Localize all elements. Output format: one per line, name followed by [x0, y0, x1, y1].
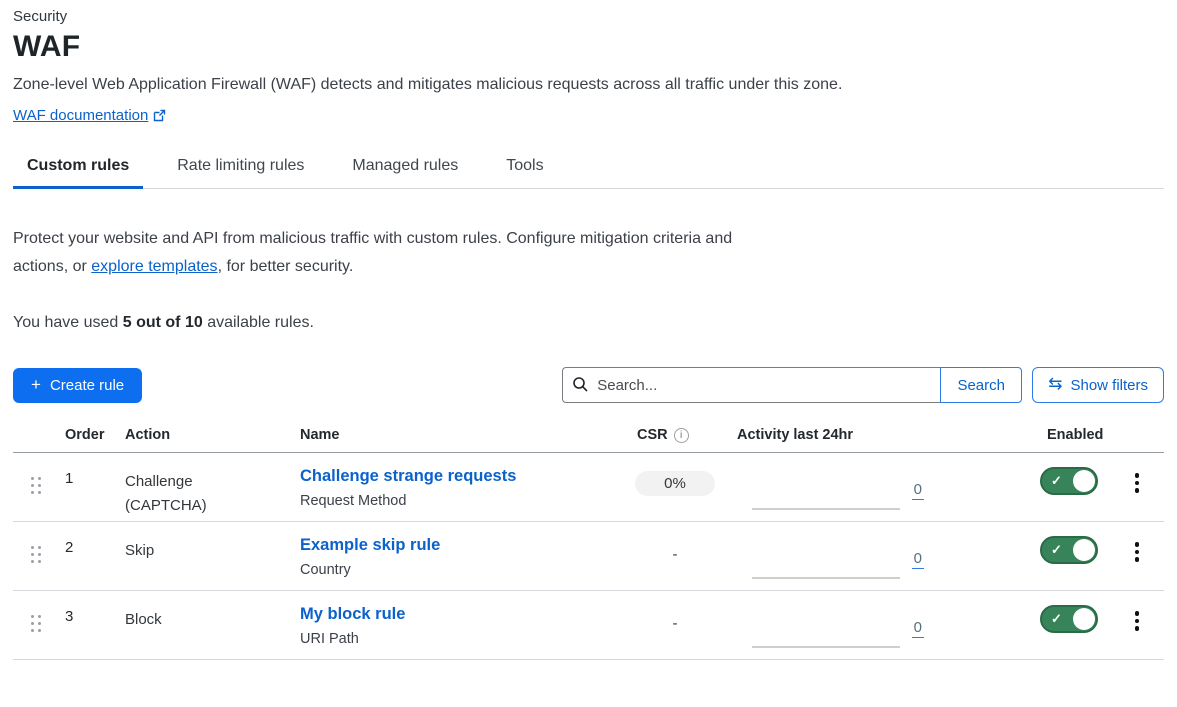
rule-name-link[interactable]: Example skip rule	[300, 536, 440, 554]
rule-order: 3	[58, 591, 112, 659]
search-button[interactable]: Search	[940, 367, 1022, 403]
table-row: 3 Block My block rule URI Path - 0 ✓	[13, 591, 1164, 660]
intro-text-after: , for better security.	[218, 258, 354, 275]
csr-value: -	[673, 615, 678, 632]
csr-value: -	[673, 546, 678, 563]
enabled-cell: ✓	[945, 591, 1110, 659]
drag-dots-icon	[31, 615, 41, 632]
rule-action: Block	[112, 591, 287, 659]
activity-count-link[interactable]: 0	[912, 619, 924, 638]
header-csr-label: CSR	[637, 427, 668, 443]
page-title: WAF	[13, 30, 1164, 64]
activity-sparkline	[752, 577, 900, 579]
check-icon: ✓	[1051, 611, 1062, 627]
create-rule-label: Create rule	[50, 377, 124, 394]
rule-name-cell: Example skip rule Country	[287, 522, 620, 590]
header-action: Action	[112, 427, 287, 443]
check-icon: ✓	[1051, 473, 1062, 489]
tab-rate-limiting-rules[interactable]: Rate limiting rules	[163, 157, 318, 188]
header-csr: CSR i	[620, 427, 730, 443]
rule-name-link[interactable]: My block rule	[300, 605, 405, 623]
swap-arrows-icon: ⇆	[1048, 374, 1062, 394]
header-spacer	[1110, 427, 1164, 443]
usage-prefix: You have used	[13, 314, 123, 331]
search-group: Search	[562, 367, 1022, 403]
activity-sparkline	[752, 508, 900, 510]
usage-count: 5 out of 10	[123, 314, 203, 331]
kebab-cell	[1110, 453, 1164, 521]
header-name: Name	[287, 427, 620, 443]
search-input[interactable]	[562, 367, 940, 403]
drag-handle[interactable]	[13, 453, 58, 521]
table-header-row: Order Action Name CSR i Activity last 24h…	[13, 427, 1164, 453]
rule-action: Skip	[112, 522, 287, 590]
toggle-knob	[1073, 470, 1095, 492]
rule-expression: URI Path	[300, 631, 620, 647]
toolbar: + Create rule Search ⇆ Show filters	[13, 367, 1164, 403]
header-spacer	[13, 427, 58, 443]
create-rule-button[interactable]: + Create rule	[13, 368, 142, 403]
usage-text: You have used 5 out of 10 available rule…	[13, 314, 1164, 332]
rule-order: 2	[58, 522, 112, 590]
enabled-cell: ✓	[945, 522, 1110, 590]
activity-cell: 0	[730, 522, 945, 590]
external-link-icon	[153, 109, 166, 127]
csr-cell: 0%	[620, 453, 730, 521]
csr-badge: 0%	[635, 471, 715, 496]
table-row: 2 Skip Example skip rule Country - 0 ✓	[13, 522, 1164, 591]
activity-sparkline	[752, 646, 900, 648]
toggle-knob	[1073, 539, 1095, 561]
header-enabled: Enabled	[945, 427, 1110, 443]
usage-suffix: available rules.	[203, 314, 314, 331]
header-activity: Activity last 24hr	[730, 427, 945, 443]
drag-handle[interactable]	[13, 522, 58, 590]
tab-managed-rules[interactable]: Managed rules	[338, 157, 472, 188]
tab-tools[interactable]: Tools	[492, 157, 557, 188]
activity-cell: 0	[730, 453, 945, 521]
kebab-menu-icon[interactable]	[1129, 471, 1146, 521]
header-order: Order	[58, 427, 112, 443]
tab-bar: Custom rules Rate limiting rules Managed…	[13, 157, 1164, 189]
rule-expression: Country	[300, 562, 620, 578]
waf-page: Security WAF Zone-level Web Application …	[0, 0, 1177, 660]
intro-text: Protect your website and API from malici…	[13, 225, 755, 281]
kebab-menu-icon[interactable]	[1129, 540, 1146, 590]
kebab-cell	[1110, 591, 1164, 659]
waf-documentation-link[interactable]: WAF documentation	[13, 107, 148, 124]
table-row: 1 Challenge (CAPTCHA) Challenge strange …	[13, 453, 1164, 522]
rule-order: 1	[58, 453, 112, 521]
enabled-toggle[interactable]: ✓	[1040, 467, 1098, 495]
show-filters-button[interactable]: ⇆ Show filters	[1032, 367, 1164, 403]
drag-handle[interactable]	[13, 591, 58, 659]
activity-count-link[interactable]: 0	[912, 481, 924, 500]
plus-icon: +	[31, 375, 41, 395]
page-description: Zone-level Web Application Firewall (WAF…	[13, 76, 1164, 94]
csr-cell: -	[620, 591, 730, 659]
drag-dots-icon	[31, 546, 41, 563]
tab-custom-rules[interactable]: Custom rules	[13, 157, 143, 188]
rule-name-link[interactable]: Challenge strange requests	[300, 467, 516, 485]
explore-templates-link[interactable]: explore templates	[91, 258, 217, 275]
breadcrumb: Security	[13, 8, 1164, 25]
activity-cell: 0	[730, 591, 945, 659]
rule-expression: Request Method	[300, 493, 620, 509]
toggle-knob	[1073, 608, 1095, 630]
rule-name-cell: Challenge strange requests Request Metho…	[287, 453, 620, 521]
kebab-menu-icon[interactable]	[1129, 609, 1146, 659]
drag-dots-icon	[31, 477, 41, 494]
csr-cell: -	[620, 522, 730, 590]
custom-rules-table: Order Action Name CSR i Activity last 24h…	[13, 427, 1164, 660]
enabled-toggle[interactable]: ✓	[1040, 605, 1098, 633]
rule-action: Challenge (CAPTCHA)	[112, 453, 287, 521]
activity-count-link[interactable]: 0	[912, 550, 924, 569]
info-icon[interactable]: i	[674, 428, 689, 443]
show-filters-label: Show filters	[1070, 377, 1148, 394]
kebab-cell	[1110, 522, 1164, 590]
enabled-cell: ✓	[945, 453, 1110, 521]
check-icon: ✓	[1051, 542, 1062, 558]
search-icon	[572, 376, 589, 398]
rule-name-cell: My block rule URI Path	[287, 591, 620, 659]
enabled-toggle[interactable]: ✓	[1040, 536, 1098, 564]
